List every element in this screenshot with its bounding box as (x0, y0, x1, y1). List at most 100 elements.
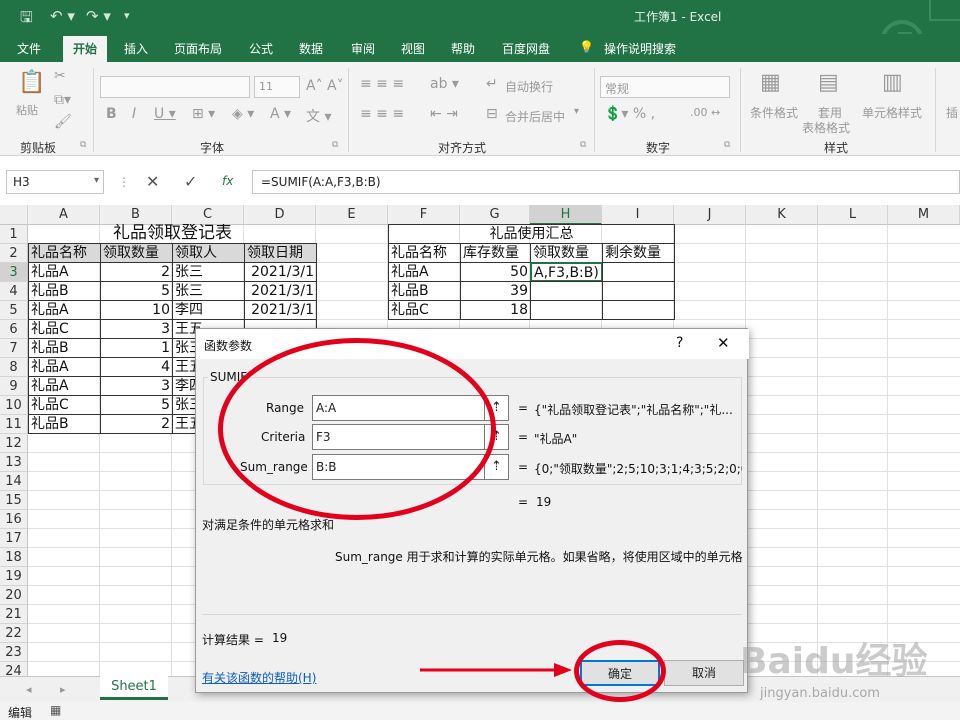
conditional-format-label[interactable]: 条件格式 (750, 104, 798, 121)
table1-cell[interactable]: 礼品A (28, 376, 101, 396)
table2-header[interactable]: 礼品名称 (388, 243, 461, 263)
dialog-launcher-icon[interactable]: ⧉ (724, 140, 730, 150)
row-header-9[interactable]: 9 (0, 377, 28, 396)
table2-cell[interactable]: 18 (460, 300, 531, 320)
column-header-c[interactable]: C (172, 205, 244, 225)
table1-cell[interactable]: 10 (100, 300, 173, 320)
column-header-a[interactable]: A (28, 205, 100, 225)
row-header-10[interactable]: 10 (0, 396, 28, 415)
table2-cell[interactable] (602, 262, 675, 282)
tab-page-layout[interactable]: 页面布局 (174, 40, 222, 57)
column-header-l[interactable]: L (818, 205, 888, 225)
cell-styles-icon[interactable]: ▥ (882, 70, 903, 95)
table1-cell[interactable]: 礼品A (28, 262, 101, 282)
table2-cell[interactable]: 39 (460, 281, 531, 301)
table2-cell[interactable]: 礼品B (388, 281, 461, 301)
save-icon[interactable]: 🖫 (20, 7, 33, 32)
row-header-11[interactable]: 11 (0, 415, 28, 434)
column-header-g[interactable]: G (460, 205, 530, 225)
customize-qat-icon[interactable]: ▾ (124, 9, 130, 22)
orientation-icon[interactable]: ab ▾ (430, 76, 459, 92)
table1-cell[interactable]: 李四 (172, 300, 245, 320)
currency-icon[interactable]: 💲▾ % , (604, 106, 655, 122)
table1-cell[interactable]: 张三 (172, 262, 245, 282)
row-header-20[interactable]: 20 (0, 586, 28, 605)
table2-cell[interactable] (530, 300, 603, 320)
row-header-21[interactable]: 21 (0, 605, 28, 624)
table1-cell[interactable]: 2 (100, 414, 173, 434)
table2-header[interactable]: 领取数量 (530, 243, 603, 263)
row-header-8[interactable]: 8 (0, 358, 28, 377)
dialog-launcher-icon[interactable]: ⧉ (332, 140, 338, 150)
decimal-icon[interactable]: .00 ↔ (690, 106, 720, 119)
column-header-j[interactable]: J (674, 205, 746, 225)
redo-icon[interactable]: ↷ ▾ (86, 7, 111, 25)
copy-icon[interactable]: ⧉▾ (54, 92, 71, 108)
help-icon[interactable]: ? (676, 335, 683, 351)
row-header-4[interactable]: 4 (0, 282, 28, 301)
table1-cell[interactable]: 礼品C (28, 395, 101, 415)
tab-view[interactable]: 视图 (401, 40, 425, 57)
active-cell-h3[interactable]: A,F3,B:B) (530, 262, 603, 282)
merge-label[interactable]: 合并后居中 (505, 108, 565, 125)
table1-cell[interactable]: 礼品B (28, 338, 101, 358)
next-sheet-icon[interactable]: ▸ (60, 683, 66, 696)
row-header-14[interactable]: 14 (0, 472, 28, 491)
merge-icon[interactable]: ⊟ (486, 106, 498, 122)
align-top-icon[interactable]: ≡ ≡ ≡ (360, 76, 404, 92)
row-header-6[interactable]: 6 (0, 320, 28, 339)
column-header-d[interactable]: D (244, 205, 316, 225)
border-icon[interactable]: ⊞ ▾ (192, 106, 215, 122)
row-header-1[interactable]: 1 (0, 225, 28, 244)
tell-me-search[interactable]: 操作说明搜索 (604, 40, 676, 57)
font-size-box[interactable]: 11 (254, 76, 300, 98)
table1-cell[interactable]: 1 (100, 338, 173, 358)
chevron-down-icon[interactable]: ▾ (574, 106, 579, 117)
table1-cell[interactable]: 张三 (172, 281, 245, 301)
font-name-box[interactable] (100, 76, 250, 98)
table1-cell[interactable]: 3 (100, 376, 173, 396)
select-all-corner[interactable] (0, 205, 28, 225)
tab-file[interactable]: 文件 (17, 40, 41, 57)
table1-cell[interactable]: 礼品A (28, 300, 101, 320)
table1-cell[interactable]: 礼品B (28, 281, 101, 301)
row-header-3[interactable]: 3 (0, 263, 28, 282)
table2-cell[interactable]: 礼品A (388, 262, 461, 282)
name-box[interactable]: H3 ▾ (6, 170, 104, 194)
wrap-text-label[interactable]: 自动换行 (505, 78, 553, 95)
table1-cell[interactable]: 礼品A (28, 357, 101, 377)
tab-formulas[interactable]: 公式 (249, 40, 273, 57)
row-header-19[interactable]: 19 (0, 567, 28, 586)
fill-color-icon[interactable]: ◈ ▾ (232, 106, 254, 122)
format-painter-icon[interactable]: 🖌 (54, 114, 72, 130)
table1-cell[interactable]: 礼品C (28, 319, 101, 339)
row-header-18[interactable]: 18 (0, 548, 28, 567)
row-header-16[interactable]: 16 (0, 510, 28, 529)
font-grow-icon[interactable]: A˄ A˅ (306, 78, 344, 94)
bold-icon[interactable]: B (106, 106, 117, 122)
table1-title[interactable]: 礼品领取登记表 (28, 224, 317, 244)
macro-record-icon[interactable]: ▦ (50, 703, 61, 717)
formula-input[interactable]: =SUMIF(A:A,F3,B:B) (252, 170, 960, 194)
column-header-k[interactable]: K (746, 205, 818, 225)
table1-header[interactable]: 领取人 (172, 243, 245, 263)
column-header-m[interactable]: M (888, 205, 960, 225)
column-header-b[interactable]: B (100, 205, 172, 225)
insert-cells-label[interactable]: 插 (946, 104, 958, 121)
enter-icon[interactable]: ✓ (184, 172, 197, 191)
table1-cell[interactable]: 4 (100, 357, 173, 377)
table1-header[interactable]: 领取日期 (244, 243, 317, 263)
row-header-12[interactable]: 12 (0, 434, 28, 453)
column-header-i[interactable]: I (602, 205, 674, 225)
chevron-down-icon[interactable]: ▾ (94, 175, 99, 186)
column-header-e[interactable]: E (316, 205, 388, 225)
align-left-icon[interactable]: ≡ ≡ ≡ (360, 106, 404, 122)
table1-cell[interactable]: 2 (100, 262, 173, 282)
table1-header[interactable]: 礼品名称 (28, 243, 101, 263)
table1-cell[interactable]: 3 (100, 319, 173, 339)
row-header-15[interactable]: 15 (0, 491, 28, 510)
table2-header[interactable]: 剩余数量 (602, 243, 675, 263)
table1-cell[interactable]: 2021/3/1 (244, 281, 317, 301)
row-header-5[interactable]: 5 (0, 301, 28, 320)
dialog-launcher-icon[interactable]: ⧉ (580, 140, 586, 150)
